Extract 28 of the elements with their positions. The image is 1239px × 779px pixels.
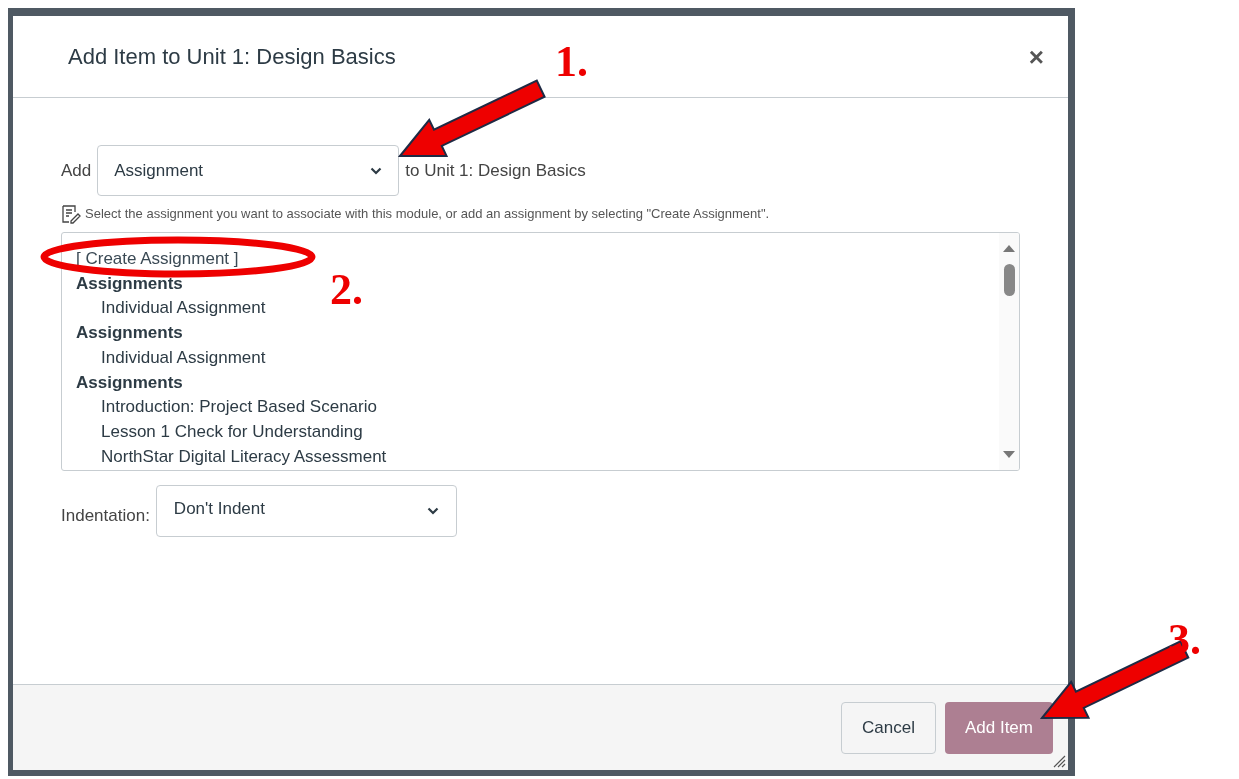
hint-text: Select the assignment you want to associate with this module, or add an assignment by selecting "Create Assignment". <box>85 205 770 224</box>
group-header: Assignments <box>76 322 183 345</box>
chevron-down-icon <box>370 166 383 175</box>
list-option[interactable]: Introduction: Project Based Scenario <box>76 395 377 420</box>
scrollbar[interactable] <box>999 233 1019 470</box>
list-option[interactable]: NorthStar Digital Literacy Assessment <box>76 444 387 470</box>
step-number: 1. <box>555 40 588 84</box>
item-type-select[interactable]: Assignment <box>97 145 400 196</box>
cancel-button[interactable]: Cancel <box>841 701 936 754</box>
list-option[interactable]: Individual Assignment <box>76 296 266 322</box>
target-label: to Unit 1: Design Basics <box>405 159 586 182</box>
list-option[interactable]: Individual Assignment <box>76 345 266 371</box>
chevron-down-icon <box>426 507 439 515</box>
indentation-label: Indentation: <box>61 505 150 528</box>
assignment-listbox[interactable] <box>61 232 1020 471</box>
scroll-down-icon[interactable] <box>1003 451 1015 458</box>
list-option[interactable]: Lesson 1 Check for Understanding <box>76 419 363 445</box>
dialog-title: Add Item to Unit 1: Design Basics <box>68 43 396 71</box>
add-label: Add <box>61 159 92 182</box>
resize-grip-icon[interactable] <box>1052 754 1066 768</box>
group-header: Assignments <box>76 272 183 295</box>
edit-document-icon <box>61 204 81 224</box>
scroll-up-icon[interactable] <box>1003 245 1015 252</box>
step-number: 2. <box>330 268 363 312</box>
group-header: Assignments <box>76 371 183 394</box>
scrollbar-thumb[interactable] <box>1003 264 1015 296</box>
close-button[interactable]: × <box>1024 43 1048 70</box>
indentation-select[interactable]: Don't Indent <box>155 485 457 537</box>
